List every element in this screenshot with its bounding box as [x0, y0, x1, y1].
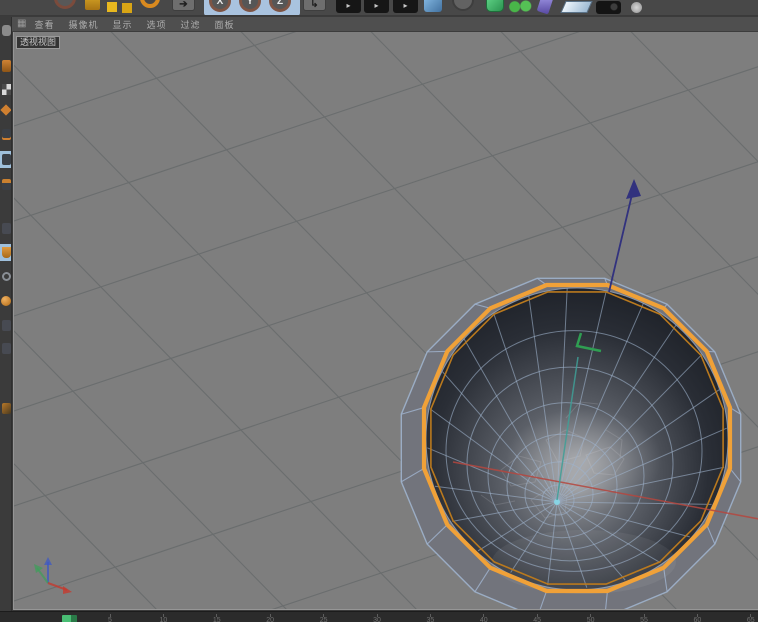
timeline-tick: 55	[634, 614, 654, 622]
render-settings-icon[interactable]: ▸	[393, 0, 418, 13]
viewport-menubar: ▦ 查看 摄像机 显示 选项 过滤 面板	[12, 17, 758, 32]
timeline-tick: 35	[420, 614, 440, 622]
subdivision-surface-icon[interactable]	[486, 0, 504, 12]
light-object-icon[interactable]	[631, 2, 642, 13]
lock-x-label: X	[217, 0, 224, 7]
last-tool-icon[interactable]: ➔	[172, 0, 195, 11]
menu-panel[interactable]: 面板	[215, 18, 235, 31]
axis-sphere-button[interactable]	[0, 292, 12, 309]
bowl-object[interactable]	[401, 278, 740, 610]
snap-settings-icon	[2, 320, 11, 331]
timeline-tick: 5	[100, 614, 120, 622]
points-mode-button[interactable]	[0, 126, 12, 143]
floor-object-icon[interactable]	[560, 1, 592, 13]
texture-mode-button[interactable]	[0, 81, 12, 98]
polygons-mode-icon	[2, 179, 11, 190]
make-editable-icon	[2, 25, 11, 36]
workplane-snap-button[interactable]	[0, 340, 12, 357]
viewport-menu-icon[interactable]: ▦	[17, 19, 26, 29]
snap-settings-button[interactable]	[0, 317, 12, 334]
render-to-picture-viewer-icon[interactable]: ▸	[364, 0, 389, 13]
menu-filter[interactable]: 过滤	[181, 18, 201, 31]
timeline-tick: 45	[527, 614, 547, 622]
spline-pen-icon[interactable]	[452, 0, 474, 11]
lock-y-label: Y	[247, 0, 254, 7]
edges-mode-icon	[2, 154, 11, 165]
lock-z-axis-button[interactable]: Z	[269, 0, 291, 12]
enable-axis-button[interactable]	[0, 268, 12, 285]
timeline-tick: 60	[687, 614, 707, 622]
menu-options[interactable]: 选项	[147, 18, 167, 31]
viewport-camera-label: 透视视图	[16, 36, 60, 49]
timeline-tick: 10	[153, 614, 173, 622]
timeline-ruler[interactable]: 5 10 15 20 25 30 35 40 45 50 55 60 65	[0, 611, 758, 622]
axis-sphere-icon	[1, 296, 11, 306]
z-axis-handle	[609, 186, 634, 292]
camera-object-icon[interactable]	[596, 1, 621, 14]
make-editable-button[interactable]	[0, 22, 12, 39]
axis-lock-panel: X Y Z	[204, 0, 300, 16]
lock-x-axis-button[interactable]: X	[209, 0, 231, 12]
timeline-tick: 20	[260, 614, 280, 622]
primitive-cube-icon[interactable]	[424, 0, 442, 12]
scale-tool-icon[interactable]	[107, 2, 117, 12]
workplane-mode-icon	[0, 104, 11, 115]
live-selection-tool-icon[interactable]	[54, 0, 76, 9]
menu-display[interactable]: 显示	[112, 18, 132, 31]
quantize-icon	[2, 403, 11, 414]
timeline-tick: 25	[314, 614, 334, 622]
perspective-viewport[interactable]: 透视视图	[13, 32, 758, 610]
timeline-tick: 40	[474, 614, 494, 622]
cinema4d-window: X Y Z ➔↳▸▸▸ ▦ 查看 摄像机 显示 选项 过滤 面板 透视视图	[0, 0, 758, 622]
render-view-icon[interactable]: ▸	[336, 0, 361, 13]
coordinate-system-icon[interactable]: ↳	[303, 0, 326, 11]
menu-view[interactable]: 查看	[34, 18, 54, 31]
rotate-tool-icon[interactable]	[140, 0, 160, 8]
menu-cameras[interactable]: 摄像机	[68, 18, 98, 31]
enable-snap-button[interactable]	[0, 220, 12, 237]
points-mode-icon	[2, 129, 11, 140]
enable-snap-icon	[2, 223, 11, 234]
workplane-mode-button[interactable]	[0, 101, 12, 118]
timeline-tick: 30	[367, 614, 387, 622]
timeline-tick: 65	[741, 614, 758, 622]
deformer-icon[interactable]	[537, 0, 554, 14]
timeline-tick: 15	[207, 614, 227, 622]
lock-y-axis-button[interactable]: Y	[239, 0, 261, 12]
texture-mode-icon	[2, 84, 11, 95]
viewport-solo-icon	[2, 247, 11, 258]
main-toolbar: X Y Z ➔↳▸▸▸	[0, 0, 758, 16]
mograph-effector-icon[interactable]	[508, 0, 532, 15]
workplane-snap-icon	[2, 343, 11, 354]
timeline-tick: 50	[581, 614, 601, 622]
lock-z-label: Z	[277, 0, 283, 7]
viewport-solo-button[interactable]	[0, 244, 12, 261]
enable-axis-icon	[2, 272, 11, 281]
timeline-playhead[interactable]	[62, 615, 77, 622]
polygons-mode-button[interactable]	[0, 176, 12, 193]
mode-sidebar	[0, 17, 12, 613]
edges-mode-button[interactable]	[0, 151, 12, 168]
quantize-button[interactable]	[0, 400, 12, 417]
move-tool-icon[interactable]	[85, 0, 100, 10]
model-mode-icon	[2, 60, 11, 72]
viewport-3d-scene[interactable]	[14, 32, 758, 610]
model-mode-button[interactable]	[0, 57, 12, 74]
